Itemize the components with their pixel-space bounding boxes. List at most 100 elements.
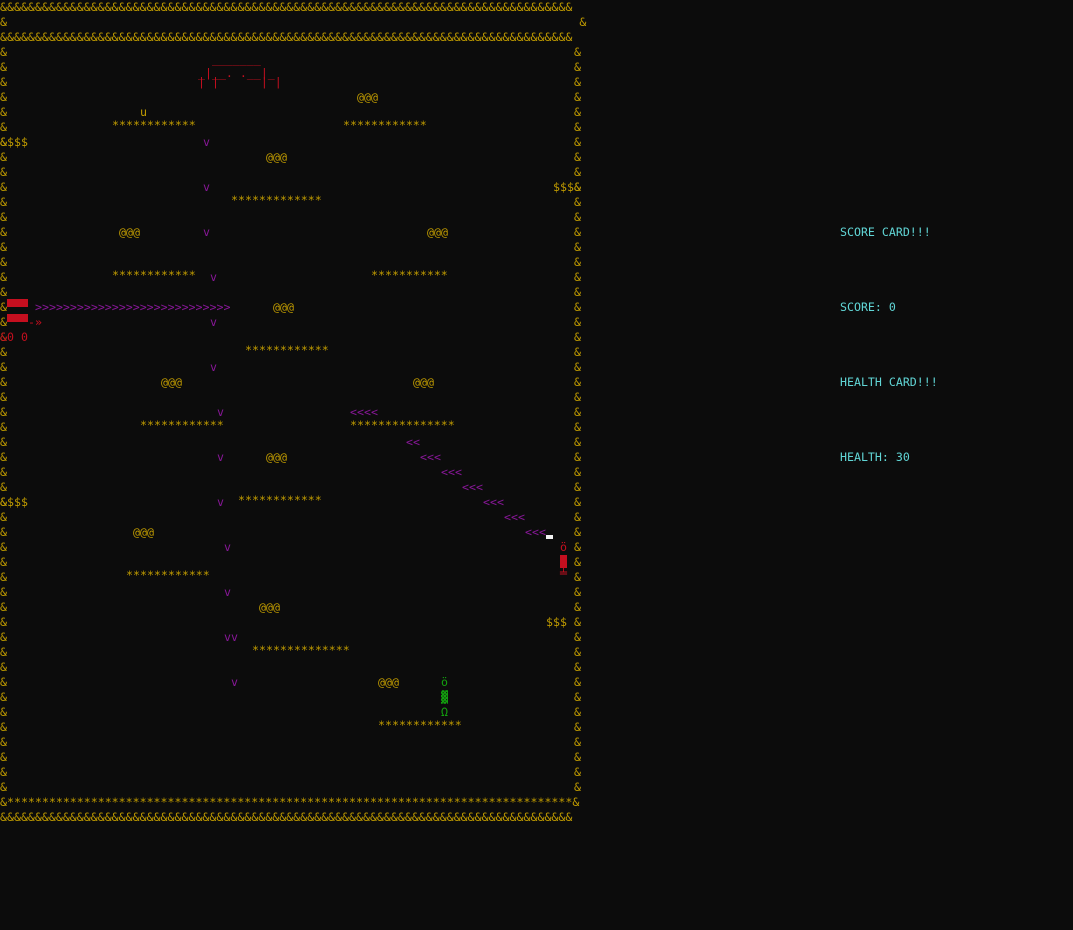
arrow-down: v: [210, 270, 217, 284]
platform: **************: [252, 643, 350, 657]
arrow-down: v: [217, 495, 224, 509]
score-card-title: SCORE CARD!!!: [840, 225, 931, 239]
wall-segment: &: [0, 570, 7, 584]
wall-segment: &: [574, 585, 581, 599]
wall-segment: &: [0, 105, 7, 119]
arrow-down: v: [210, 360, 217, 374]
wall-segment: &: [0, 165, 7, 179]
wall-segment: &: [574, 330, 581, 344]
wall-segment: &: [0, 480, 7, 494]
wall-segment: &: [0, 465, 7, 479]
wall-segment: &: [0, 645, 7, 659]
platform: ************: [112, 268, 196, 282]
coin: @@@: [378, 675, 399, 689]
arrow-down: v: [224, 540, 231, 554]
arrow-down: v: [203, 225, 210, 239]
money-right: $$$&: [553, 180, 581, 194]
health-value: HEALTH: 30: [840, 450, 910, 464]
wall-segment: &: [574, 300, 581, 314]
arrow-down: v: [203, 135, 210, 149]
wall-segment: &: [574, 645, 581, 659]
wall-segment: &: [574, 60, 581, 74]
platform: ************: [378, 718, 462, 732]
coin: @@@: [427, 225, 448, 239]
wall-segment: &: [0, 510, 7, 524]
wall-segment: &: [574, 105, 581, 119]
wall-segment: &: [574, 600, 581, 614]
wall-segment: &: [0, 735, 7, 749]
wall-segment: &: [0, 435, 7, 449]
wall-segment: &: [0, 180, 7, 194]
arrow-down: v: [217, 450, 224, 464]
arrow-down: v: [224, 585, 231, 599]
arrow-left: <<<: [504, 510, 525, 524]
wall-segment: &: [0, 285, 7, 299]
wall-segment: &: [574, 705, 581, 719]
wall-segment: &: [574, 465, 581, 479]
wall-segment: &: [574, 675, 581, 689]
wall-segment: &: [0, 345, 7, 359]
wall-segment: &: [574, 405, 581, 419]
wall-segment: &: [574, 495, 581, 509]
wall-segment: &: [574, 240, 581, 254]
wall-segment: &: [574, 720, 581, 734]
arrow-down: v: [203, 180, 210, 194]
wall-segment: &: [0, 780, 7, 794]
wall-segment: &: [574, 150, 581, 164]
coin: @@@: [119, 225, 140, 239]
wall-segment: &: [574, 285, 581, 299]
wall-segment: &: [574, 525, 581, 539]
wall-segment: &: [574, 195, 581, 209]
tank-wheels: &0 0: [0, 330, 28, 344]
money-left: &$$$: [0, 495, 28, 509]
green-player-body: ▓: [441, 690, 448, 704]
arrow-down: v: [210, 315, 217, 329]
wall-segment: &: [574, 615, 581, 629]
wall-segment: &: [574, 435, 581, 449]
wall-segment: &: [0, 555, 7, 569]
wall-segment: &: [574, 420, 581, 434]
wall-segment: &: [0, 615, 7, 629]
money-mid: $$$: [546, 615, 567, 629]
wall-segment: &: [574, 630, 581, 644]
border-bottom: &&&&&&&&&&&&&&&&&&&&&&&&&&&&&&&&&&&&&&&&…: [0, 810, 573, 824]
wall-segment: &: [0, 210, 7, 224]
platform: ***********: [371, 268, 448, 282]
coin: @@@: [133, 525, 154, 539]
wall-segment: &: [0, 705, 7, 719]
wall-segment: &: [0, 660, 7, 674]
wall-segment: &: [0, 120, 7, 134]
wall-segment: &: [0, 225, 7, 239]
tank-tail: -»: [28, 315, 42, 329]
platform: ************: [140, 418, 224, 432]
arrow-right-row: >>>>>>>>>>>>>>>>>>>>>>>>>>>>: [35, 300, 231, 314]
boss-art-row3: | | | |: [198, 75, 282, 89]
coin: @@@: [266, 450, 287, 464]
wall-segment: &: [574, 225, 581, 239]
enemy-feet: ╧: [560, 566, 567, 580]
wall-segment: &: [0, 630, 7, 644]
enemy-head: ö: [560, 540, 567, 554]
cursor: [546, 535, 553, 539]
wall-segment: &: [0, 255, 7, 269]
wall-segment: &: [0, 525, 7, 539]
border-top-gap: & &: [0, 15, 587, 29]
arrow-down: v: [231, 675, 238, 689]
wall-segment: &: [574, 135, 581, 149]
wall-segment: &: [574, 480, 581, 494]
wall-segment: &: [574, 255, 581, 269]
coin: @@@: [161, 375, 182, 389]
wall-segment: &: [0, 450, 7, 464]
wall-segment: &: [0, 750, 7, 764]
arrow-down-double: vv: [224, 630, 238, 644]
wall-segment: &: [0, 60, 7, 74]
wall-segment: &: [0, 75, 7, 89]
wall-segment: &: [574, 270, 581, 284]
wall-segment: &: [574, 45, 581, 59]
wall-segment: &: [574, 555, 581, 569]
arrow-left: <<<: [441, 465, 462, 479]
wall-segment: &: [0, 195, 7, 209]
wall-segment: &: [574, 375, 581, 389]
wall-segment: &: [574, 735, 581, 749]
wall-segment: &: [574, 450, 581, 464]
